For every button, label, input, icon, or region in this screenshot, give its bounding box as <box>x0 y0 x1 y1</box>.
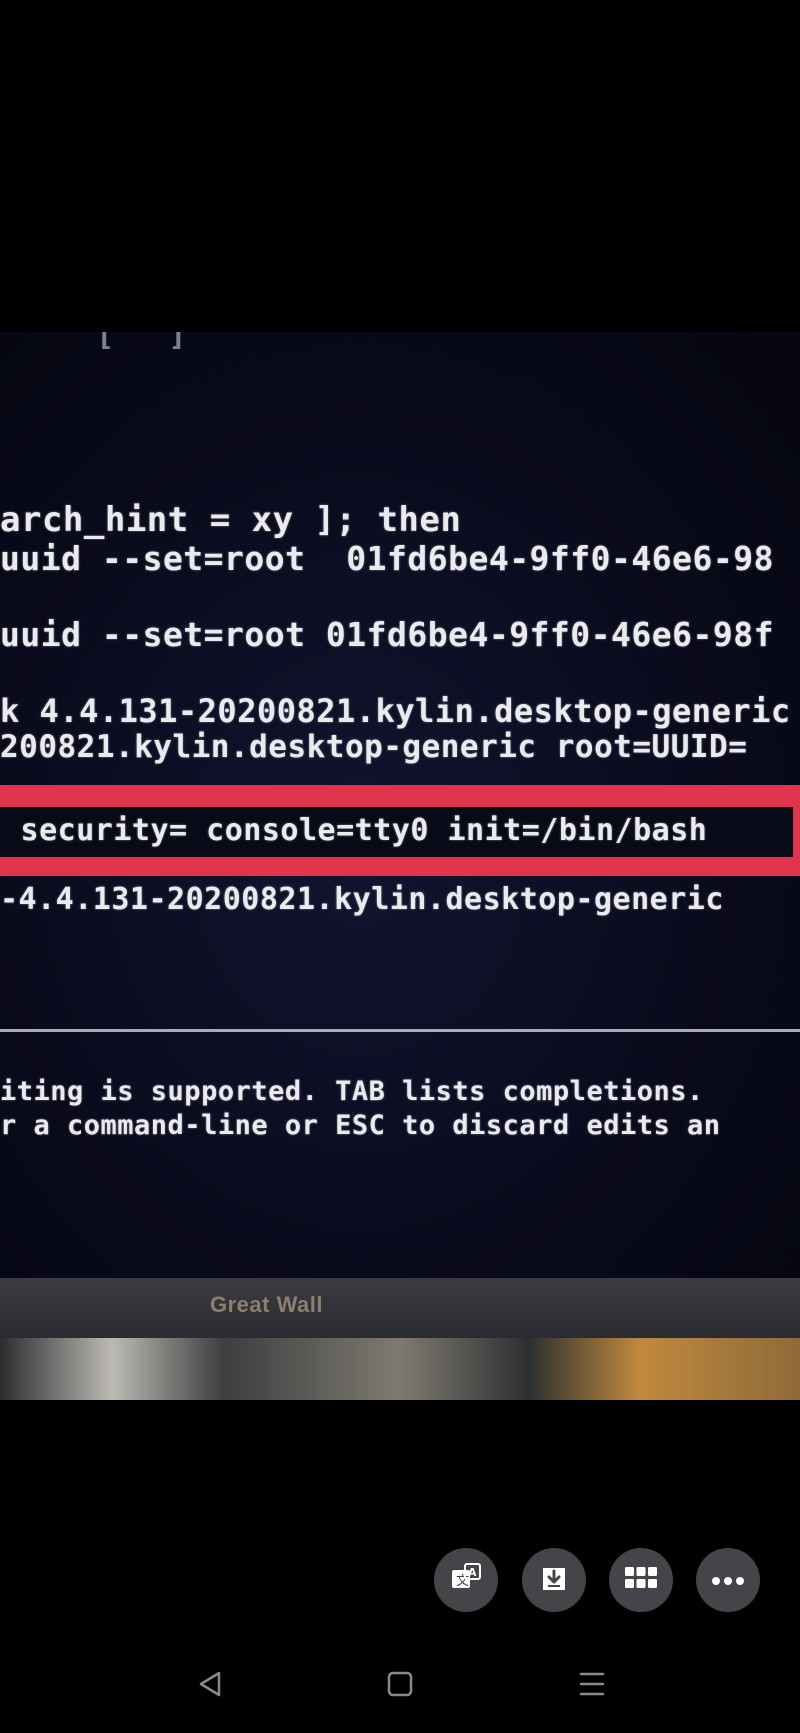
back-button[interactable] <box>190 1668 230 1704</box>
help-line-2: r a command-line or ESC to discard edits… <box>0 1110 721 1141</box>
photo: [ ] arch_hint = xy ]; then uuid --set=ro… <box>0 332 800 1400</box>
terminal-line-3: uuid --set=root 01fd6be4-9ff0-46e6-98f <box>0 615 774 654</box>
separator-line <box>0 1029 800 1032</box>
back-triangle-icon <box>195 1669 225 1703</box>
download-button[interactable] <box>522 1548 586 1612</box>
menu-button[interactable] <box>572 1668 612 1704</box>
terminal-line-1: arch_hint = xy ]; then <box>0 500 462 540</box>
download-icon <box>538 1562 570 1598</box>
more-button[interactable] <box>696 1548 760 1612</box>
system-nav-bar <box>0 1650 800 1720</box>
viewer-actions: 文 A <box>0 1548 800 1612</box>
terminal-line-5: 200821.kylin.desktop-generic root=UUID= <box>0 729 748 765</box>
monitor-screen: [ ] arch_hint = xy ]; then uuid --set=ro… <box>0 332 800 1278</box>
more-icon <box>711 1571 745 1590</box>
terminal-line-2: uuid --set=root 01fd6be4-9ff0-46e6-98 <box>0 539 774 578</box>
menu-lines-icon <box>577 1669 607 1703</box>
svg-text:A: A <box>468 1566 477 1579</box>
home-button[interactable] <box>380 1668 420 1704</box>
highlighted-kernel-args: security= console=tty0 init=/bin/bash <box>2 813 708 848</box>
help-line-1: iting is supported. TAB lists completion… <box>0 1076 704 1107</box>
home-square-icon <box>385 1669 415 1703</box>
grid-icon <box>624 1565 658 1595</box>
translate-icon: 文 A <box>449 1561 483 1599</box>
terminal-line-4: k 4.4.131-20200821.kylin.desktop-generic <box>0 692 791 730</box>
monitor-brand-logo: Great Wall <box>210 1292 323 1317</box>
translate-button[interactable]: 文 A <box>434 1548 498 1612</box>
monitor-bezel <box>0 1278 800 1338</box>
desk-background <box>0 1338 800 1400</box>
grid-button[interactable] <box>609 1548 673 1612</box>
terminal-line-6: -4.4.131-20200821.kylin.desktop-generic <box>0 882 724 917</box>
cut-off-top-line: [ ] <box>60 332 368 353</box>
